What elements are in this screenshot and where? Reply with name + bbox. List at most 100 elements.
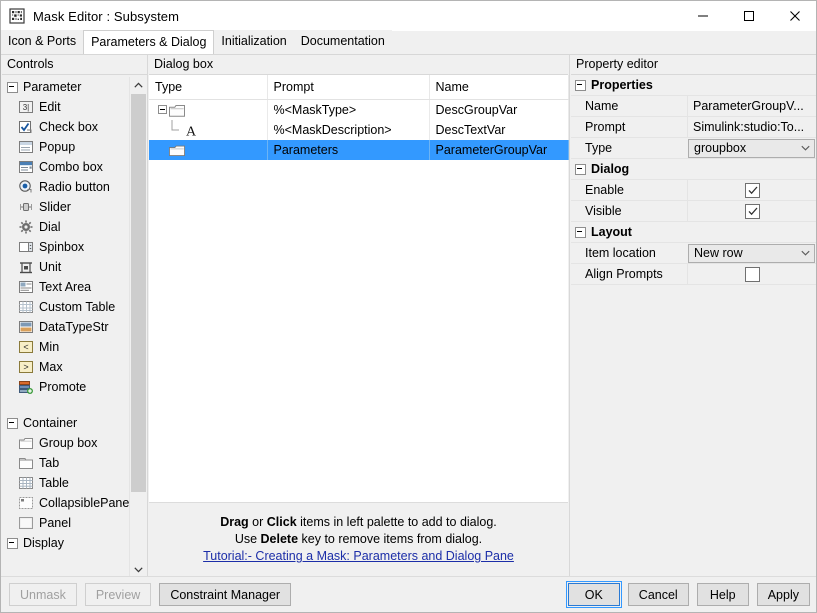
preview-button[interactable]: Preview — [84, 583, 152, 606]
palette-item-max[interactable]: > Max — [2, 357, 130, 377]
tab-parameters-and-dialog[interactable]: Parameters & Dialog — [83, 30, 215, 54]
group-box-icon — [169, 102, 185, 118]
unit-icon — [18, 259, 34, 275]
section-label: Properties — [591, 78, 653, 92]
column-header-name[interactable]: Name — [429, 75, 569, 100]
row-name-cell[interactable]: ParameterGroupVar — [429, 140, 569, 160]
palette-item-text-area[interactable]: Text Area — [2, 277, 130, 297]
tab-initialization[interactable]: Initialization — [214, 30, 294, 54]
property-row-align-prompts[interactable]: Align Prompts — [571, 264, 816, 285]
collapse-icon[interactable] — [7, 537, 18, 549]
property-row-item-location[interactable]: Item location New row — [571, 243, 816, 264]
row-type-cell[interactable] — [149, 99, 268, 120]
property-value-enable[interactable] — [687, 180, 816, 200]
apply-button[interactable]: Apply — [756, 583, 810, 606]
palette-item-group-box[interactable]: Group box — [2, 433, 130, 453]
property-section-layout[interactable]: Layout — [571, 222, 816, 243]
property-row-visible[interactable]: Visible — [571, 201, 816, 222]
property-row-name[interactable]: Name ParameterGroupV... — [571, 96, 816, 117]
palette-item-label: Min — [39, 340, 60, 354]
row-prompt-cell[interactable]: Parameters — [267, 140, 430, 160]
collapse-icon[interactable] — [575, 79, 586, 91]
palette-item-tab[interactable]: Tab — [2, 453, 130, 473]
tab-documentation[interactable]: Documentation — [293, 30, 392, 54]
svg-text:3|: 3| — [23, 103, 30, 112]
property-section-dialog[interactable]: Dialog — [571, 159, 816, 180]
expander-icon[interactable] — [155, 103, 169, 117]
table-row[interactable]: A %<MaskDescription> DescTextVar — [149, 120, 569, 140]
palette-item-table[interactable]: Table — [2, 473, 130, 493]
table-row[interactable]: %<MaskType> DescGroupVar — [149, 99, 569, 120]
constraint-manager-button[interactable]: Constraint Manager — [159, 583, 292, 606]
palette-group-container[interactable]: Container — [2, 413, 130, 433]
row-type-cell[interactable]: A — [149, 120, 268, 140]
property-row-prompt[interactable]: Prompt Simulink:studio:To... — [571, 117, 816, 138]
palette-item-collapsiblepane[interactable]: CollapsiblePane — [2, 493, 130, 513]
palette-item-unit[interactable]: Unit — [2, 257, 130, 277]
collapse-icon[interactable] — [7, 417, 18, 429]
check-box-icon — [18, 119, 34, 135]
visible-checkbox[interactable] — [745, 203, 760, 219]
row-prompt-cell[interactable]: %<MaskDescription> — [267, 120, 430, 140]
enable-checkbox[interactable] — [745, 182, 760, 198]
property-row-type[interactable]: Type groupbox — [571, 138, 816, 159]
palette-item-custom-table[interactable]: Custom Table — [2, 297, 130, 317]
palette-item-radio-button[interactable]: Radio button — [2, 177, 130, 197]
row-name-cell[interactable]: DescTextVar — [429, 120, 569, 140]
palette-item-check-box[interactable]: Check box — [2, 117, 130, 137]
property-value-prompt[interactable]: Simulink:studio:To... — [687, 117, 816, 137]
palette-item-datatypestr[interactable]: DataTypeStr — [2, 317, 130, 337]
scrollbar-track[interactable] — [130, 94, 147, 561]
scrollbar-thumb[interactable] — [131, 94, 146, 492]
palette-item-combo-box[interactable]: Combo box — [2, 157, 130, 177]
palette-item-label: Combo box — [39, 160, 103, 174]
palette-item-dial[interactable]: Dial — [2, 217, 130, 237]
property-row-enable[interactable]: Enable — [571, 180, 816, 201]
palette-item-min[interactable]: < Min — [2, 337, 130, 357]
splitter-right[interactable] — [569, 55, 570, 578]
palette-item-label: Edit — [39, 100, 61, 114]
palette-group-display[interactable]: Display — [2, 533, 130, 553]
palette-group-parameter[interactable]: Parameter — [2, 77, 130, 97]
column-header-prompt[interactable]: Prompt — [267, 75, 430, 100]
maximize-button[interactable] — [726, 1, 772, 31]
collapse-icon[interactable] — [7, 81, 18, 93]
property-value-align-prompts[interactable] — [687, 264, 816, 284]
palette-item-panel[interactable]: Panel — [2, 513, 130, 533]
scroll-up-icon[interactable] — [130, 77, 147, 94]
cancel-button[interactable]: Cancel — [627, 583, 689, 606]
row-prompt-cell[interactable]: %<MaskType> — [267, 99, 430, 120]
property-value-name[interactable]: ParameterGroupV... — [687, 96, 816, 116]
property-value-visible[interactable] — [687, 201, 816, 221]
palette-item-spinbox[interactable]: Spinbox — [2, 237, 130, 257]
title-bar: Mask Editor : Subsystem — [1, 1, 816, 31]
collapse-icon[interactable] — [575, 163, 586, 175]
table-row-selected[interactable]: Parameters ParameterGroupVar — [149, 140, 569, 160]
min-icon: < — [18, 339, 34, 355]
splitter-left[interactable] — [147, 55, 148, 578]
close-button[interactable] — [772, 1, 816, 31]
unmask-button[interactable]: Unmask — [9, 583, 77, 606]
item-location-dropdown[interactable]: New row — [688, 243, 815, 263]
palette-item-slider[interactable]: Slider — [2, 197, 130, 217]
tab-icon-and-ports[interactable]: Icon & Ports — [1, 30, 84, 54]
row-type-cell[interactable] — [149, 140, 268, 160]
palette-item-popup[interactable]: Popup — [2, 137, 130, 157]
help-button[interactable]: Help — [696, 583, 749, 606]
hint-bold-click: Click — [266, 515, 297, 529]
palette-item-edit[interactable]: 3| Edit — [2, 97, 130, 117]
property-label: Type — [585, 141, 613, 155]
column-header-type[interactable]: Type — [149, 75, 268, 100]
minimize-button[interactable] — [680, 1, 726, 31]
collapse-icon[interactable] — [575, 226, 586, 238]
palette-scrollbar[interactable] — [129, 77, 147, 578]
palette-item-label: Table — [39, 476, 69, 490]
tutorial-link[interactable]: Tutorial:- Creating a Mask: Parameters a… — [203, 549, 514, 563]
type-dropdown[interactable]: groupbox — [688, 138, 815, 158]
property-section-properties[interactable]: Properties — [571, 75, 816, 96]
palette-item-promote[interactable]: Promote — [2, 377, 130, 397]
row-name-cell[interactable]: DescGroupVar — [429, 99, 569, 120]
align-prompts-checkbox[interactable] — [745, 266, 760, 282]
palette-item-label: Custom Table — [39, 300, 116, 314]
ok-button[interactable]: OK — [565, 581, 622, 608]
